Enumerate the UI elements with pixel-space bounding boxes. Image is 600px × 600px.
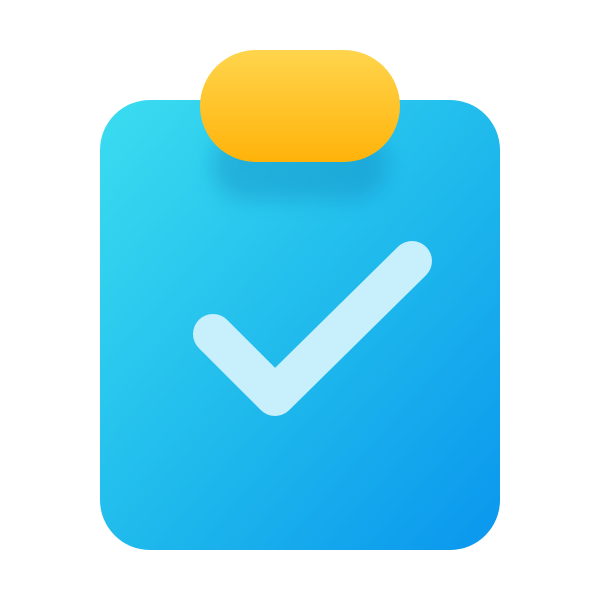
icon-canvas <box>0 0 600 600</box>
clipboard-clip <box>200 50 400 162</box>
clipboard-check-icon <box>100 50 500 550</box>
